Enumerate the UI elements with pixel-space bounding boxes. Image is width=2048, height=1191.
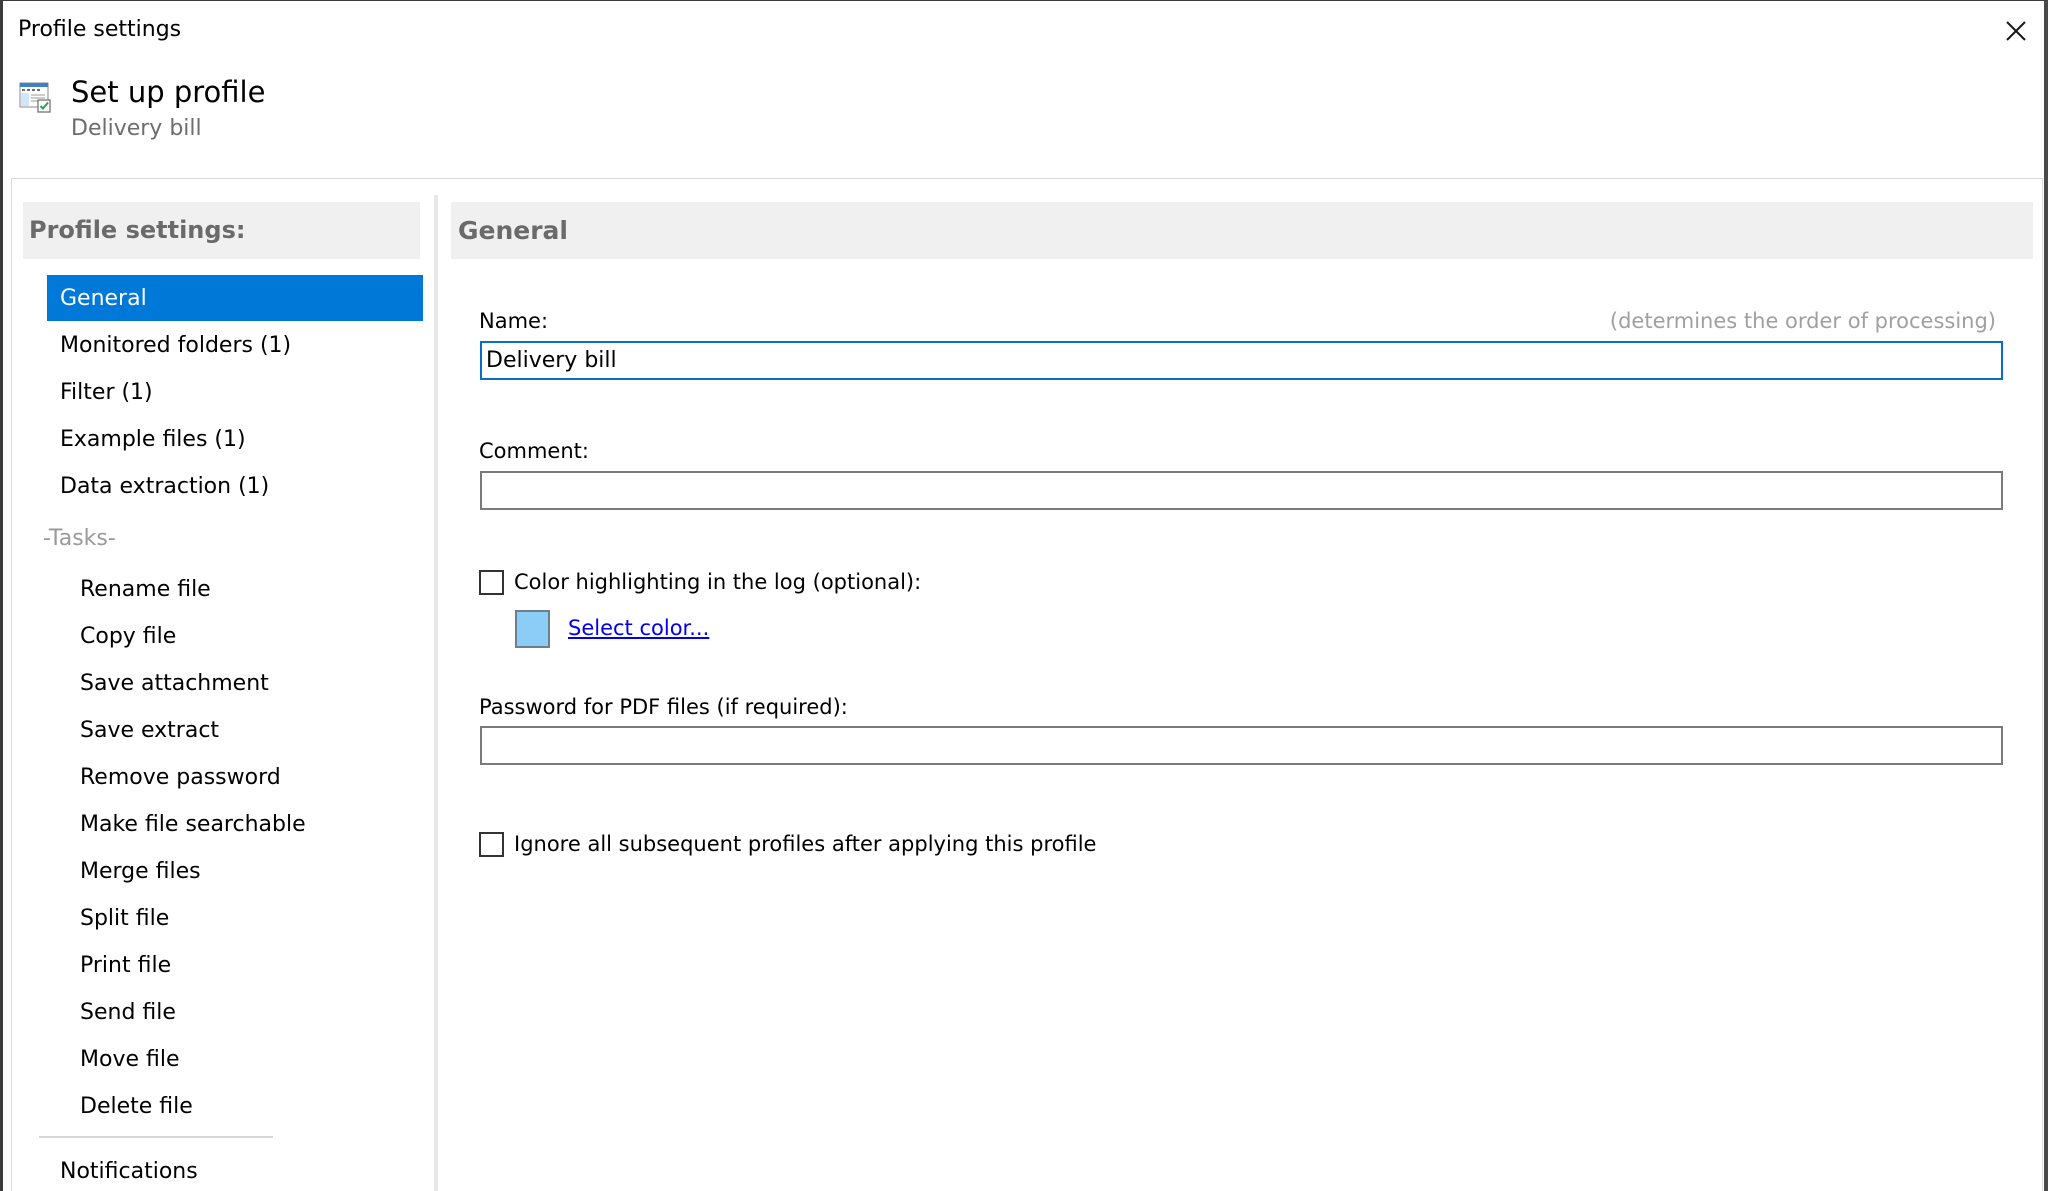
select-color-link[interactable]: Select color...	[568, 616, 709, 640]
sidebar-task-delete-file[interactable]: Delete file	[63, 1083, 423, 1129]
comment-input[interactable]	[480, 471, 2003, 510]
close-icon	[2006, 21, 2026, 41]
sidebar-item-monitored-folders[interactable]: Monitored folders (1)	[47, 322, 423, 368]
sidebar-item-label: Save attachment	[80, 670, 269, 696]
panel-splitter[interactable]	[434, 195, 438, 1191]
ignore-subsequent-checkbox[interactable]	[479, 832, 504, 857]
sidebar-task-send-file[interactable]: Send file	[63, 989, 423, 1035]
sidebar-item-filter[interactable]: Filter (1)	[47, 369, 423, 415]
sidebar-item-example-files[interactable]: Example files (1)	[47, 416, 423, 462]
section-heading: General	[451, 202, 2033, 259]
sidebar-item-label: Remove password	[80, 764, 281, 790]
sidebar-task-merge-files[interactable]: Merge files	[63, 848, 423, 894]
sidebar-item-label: Print file	[80, 952, 172, 978]
name-label: Name:	[479, 309, 549, 333]
window-title: Profile settings	[18, 17, 182, 42]
profile-settings-icon	[19, 82, 51, 113]
ignore-subsequent-label: Ignore all subsequent profiles after app…	[514, 832, 1097, 856]
sidebar-item-label: Monitored folders (1)	[60, 332, 292, 358]
sidebar-item-label: Split file	[80, 905, 170, 931]
sidebar-item-label: Filter (1)	[60, 379, 153, 405]
sidebar-item-label: Make file searchable	[80, 811, 306, 837]
sidebar-divider	[39, 1136, 273, 1138]
sidebar-item-label: Delete file	[80, 1093, 193, 1119]
sidebar-task-save-extract[interactable]: Save extract	[63, 707, 423, 753]
sidebar-task-rename-file[interactable]: Rename file	[63, 566, 423, 612]
sidebar-item-label: Save extract	[80, 717, 220, 743]
pdf-password-input[interactable]	[480, 726, 2003, 765]
sidebar-task-move-file[interactable]: Move file	[63, 1036, 423, 1082]
profile-name-subtitle: Delivery bill	[71, 116, 202, 141]
sidebar-item-label: Notifications	[60, 1158, 198, 1184]
color-highlighting-label: Color highlighting in the log (optional)…	[514, 570, 922, 594]
sidebar-task-make-file-searchable[interactable]: Make file searchable	[63, 801, 423, 847]
sidebar-item-label: Data extraction (1)	[60, 473, 270, 499]
sidebar-task-copy-file[interactable]: Copy file	[63, 613, 423, 659]
tasks-section-label: -Tasks-	[43, 526, 116, 551]
sidebar-item-general[interactable]: General	[47, 275, 423, 321]
sidebar-task-save-attachment[interactable]: Save attachment	[63, 660, 423, 706]
sidebar-item-label: Copy file	[80, 623, 177, 649]
sidebar-item-label: Move file	[80, 1046, 180, 1072]
sidebar-item-label: Send file	[80, 999, 176, 1025]
close-button[interactable]	[1995, 11, 2037, 51]
sidebar-item-notifications[interactable]: Notifications	[47, 1148, 423, 1191]
name-input[interactable]	[480, 341, 2003, 380]
name-hint: (determines the order of processing)	[1609, 309, 1996, 333]
sidebar-task-print-file[interactable]: Print file	[63, 942, 423, 988]
sidebar-task-split-file[interactable]: Split file	[63, 895, 423, 941]
color-swatch[interactable]	[515, 610, 550, 648]
dialog-heading: Set up profile	[71, 75, 266, 109]
sidebar-item-label: Rename file	[80, 576, 211, 602]
section-heading-label: General	[458, 216, 568, 245]
sidebar-task-remove-password[interactable]: Remove password	[63, 754, 423, 800]
color-highlighting-checkbox[interactable]	[479, 570, 504, 595]
sidebar-item-label: Merge files	[80, 858, 201, 884]
sidebar-item-data-extraction[interactable]: Data extraction (1)	[47, 463, 423, 509]
comment-label: Comment:	[479, 439, 589, 463]
sidebar-heading: Profile settings:	[23, 202, 420, 259]
sidebar-heading-label: Profile settings:	[29, 216, 246, 244]
pdf-password-label: Password for PDF files (if required):	[479, 695, 848, 719]
sidebar-item-label: General	[60, 285, 147, 311]
profile-settings-dialog: Profile settings Set up profile Delivery…	[0, 0, 2048, 1191]
sidebar-item-label: Example files (1)	[60, 426, 246, 452]
